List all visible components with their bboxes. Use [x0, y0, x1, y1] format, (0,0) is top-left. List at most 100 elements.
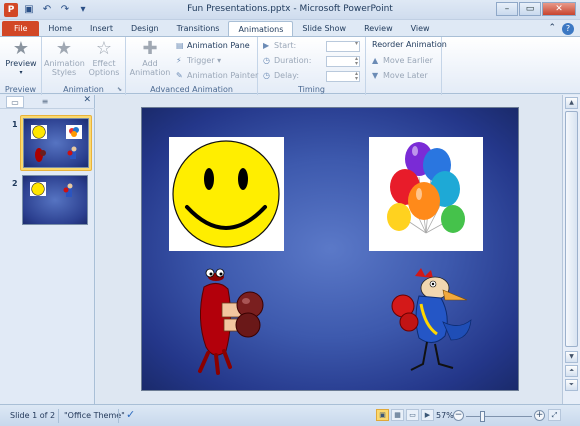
group-label-advanced-animation: Advanced Animation	[150, 85, 233, 94]
smiley-picture[interactable]	[169, 137, 284, 251]
slide-canvas[interactable]	[141, 107, 519, 391]
animation-painter-button[interactable]: ✎ Animation Painter	[176, 70, 258, 82]
group-animation: ★ Animation Styles ☆ Effect Options Anim…	[42, 37, 126, 95]
smiley-thumb	[30, 182, 46, 196]
dialog-launcher-icon[interactable]: ⬊	[117, 86, 122, 93]
tab-design[interactable]: Design	[122, 21, 168, 37]
help-icon[interactable]: ?	[562, 23, 574, 35]
animation-pane-icon: ▤	[176, 41, 184, 50]
effect-options-label: Effect	[92, 59, 116, 68]
move-later-button[interactable]: ▼ Move Later	[372, 70, 428, 82]
add-animation-icon: ✚	[142, 38, 158, 59]
smiley-thumb	[31, 125, 47, 139]
close-icon[interactable]: ✕	[83, 95, 91, 105]
minimize-button[interactable]: –	[496, 2, 518, 16]
duration-icon: ◷	[263, 56, 270, 65]
close-button[interactable]: ✕	[542, 2, 576, 16]
tab-review[interactable]: Review	[355, 21, 402, 37]
slide-thumbnail[interactable]	[23, 118, 89, 168]
normal-view-icon[interactable]: ▣	[376, 409, 389, 421]
start-icon: ▶	[263, 41, 270, 50]
trigger-button[interactable]: ⚡ Trigger ▾	[176, 55, 221, 67]
tab-transitions[interactable]: Transitions	[168, 21, 229, 37]
window-title: Fun Presentations.pptx - Microsoft Power…	[187, 4, 393, 14]
maximize-button[interactable]: ▭	[519, 2, 541, 16]
ribbon-minimize-icon[interactable]: ⌃	[548, 23, 556, 35]
star-icon: ★	[12, 38, 30, 59]
group-timing: ▶ Start: ▾ ◷ Duration: ▴ ▾ ◷ Delay: ▴ ▾ Timin…	[258, 37, 366, 95]
fit-to-window-icon[interactable]: ⤢	[548, 409, 561, 421]
ribbon: ★ Preview ▾ Preview ★ Animation Styles ☆…	[0, 36, 580, 95]
outline-tab[interactable]: ≡	[36, 96, 54, 108]
start-label: ▶ Start:	[263, 41, 297, 50]
slide-thumbnail-1-selection[interactable]	[20, 115, 92, 171]
move-earlier-button[interactable]: ▲ Move Earlier	[372, 55, 433, 67]
ribbon-tabs: File Home Insert Design Transitions Anim…	[0, 20, 580, 37]
tab-animations[interactable]: Animations	[228, 21, 294, 37]
rooster-thumb	[63, 183, 73, 197]
slide-sorter-view-icon[interactable]: ▦	[391, 409, 404, 421]
slide-show-view-icon[interactable]: ▶	[421, 409, 434, 421]
boxing-crab-clipart[interactable]	[186, 259, 272, 379]
effect-options-button[interactable]: ☆ Effect Options	[84, 38, 124, 78]
tab-slide-show[interactable]: Slide Show	[293, 21, 355, 37]
add-animation-label: Add	[142, 59, 158, 68]
painter-icon: ✎	[176, 71, 183, 80]
zoom-slider-track[interactable]	[466, 416, 532, 417]
chevron-down-icon: ▾	[19, 69, 23, 76]
theme-name[interactable]: "Office Theme"	[64, 411, 125, 420]
zoom-level[interactable]: 57%	[436, 411, 454, 420]
trigger-icon: ⚡	[176, 56, 182, 65]
group-label-preview: Preview	[4, 85, 37, 94]
crab-thumb	[35, 148, 46, 162]
effect-options-label-2: Options	[88, 68, 120, 77]
spell-check-icon[interactable]: ✓	[126, 408, 135, 421]
add-animation-label-2: Animation	[129, 68, 171, 77]
duration-label: ◷ Duration:	[263, 56, 312, 65]
group-label-timing: Timing	[297, 85, 326, 94]
preview-button[interactable]: ★ Preview ▾	[3, 39, 39, 77]
animation-styles-label-2: Styles	[51, 68, 77, 77]
tab-view[interactable]: View	[402, 21, 439, 37]
window-controls: – ▭ ✕	[496, 2, 576, 16]
previous-slide-icon[interactable]: ⏶	[565, 365, 578, 377]
star-icon: ☆	[95, 38, 113, 59]
duration-spinner[interactable]: ▴ ▾	[326, 56, 360, 67]
group-label-animation: Animation	[63, 85, 104, 94]
tab-home[interactable]: Home	[39, 21, 81, 37]
scroll-up-icon[interactable]: ▲	[565, 97, 578, 109]
start-dropdown[interactable]: ▾	[326, 41, 360, 52]
scroll-down-icon[interactable]: ▼	[565, 351, 578, 363]
zoom-out-icon[interactable]: −	[453, 410, 464, 421]
slide-thumbnail[interactable]	[22, 175, 88, 225]
delay-spinner[interactable]: ▴ ▾	[326, 71, 360, 82]
preview-label: Preview	[5, 59, 37, 68]
animation-styles-button[interactable]: ★ Animation Styles	[44, 38, 85, 78]
arrow-up-icon: ▲	[372, 56, 379, 65]
delay-icon: ◷	[263, 71, 270, 80]
title-bar: P ▣ ↶ ↷ ▾ Fun Presentations.pptx - Micro…	[0, 0, 580, 20]
star-icon: ★	[55, 38, 73, 59]
tab-file[interactable]: File	[2, 21, 40, 37]
vertical-scrollbar[interactable]: ▲ ▼ ⏶ ⏷	[562, 95, 580, 404]
group-advanced-animation: ✚ Add Animation ▤ Animation Pane ⚡ Trigger…	[126, 37, 258, 95]
scroll-thumb[interactable]	[565, 111, 578, 347]
reading-view-icon[interactable]: ▭	[406, 409, 419, 421]
slide-count: Slide 1 of 2	[10, 411, 56, 420]
group-preview: ★ Preview ▾ Preview	[0, 37, 42, 95]
status-separator	[118, 409, 119, 423]
animation-pane-button[interactable]: ▤ Animation Pane	[176, 40, 250, 52]
balloons-picture[interactable]	[369, 137, 483, 251]
boxing-rooster-clipart[interactable]	[385, 264, 495, 380]
slides-tab[interactable]: ▭	[6, 96, 24, 108]
slide-number: 2	[12, 179, 18, 188]
spinner-arrows-icon: ▴ ▾	[354, 55, 358, 67]
tab-insert[interactable]: Insert	[81, 21, 122, 37]
spinner-arrows-icon: ▴ ▾	[354, 70, 358, 82]
add-animation-button[interactable]: ✚ Add Animation	[128, 38, 172, 78]
status-bar: Slide 1 of 2 "Office Theme" ✓ ▣ ▦ ▭ ▶ 57…	[0, 404, 580, 426]
zoom-slider-handle[interactable]	[480, 411, 486, 422]
next-slide-icon[interactable]: ⏷	[565, 379, 578, 391]
zoom-in-icon[interactable]: +	[534, 410, 545, 421]
slides-pane-header: ▭ ≡ ✕	[0, 95, 95, 109]
